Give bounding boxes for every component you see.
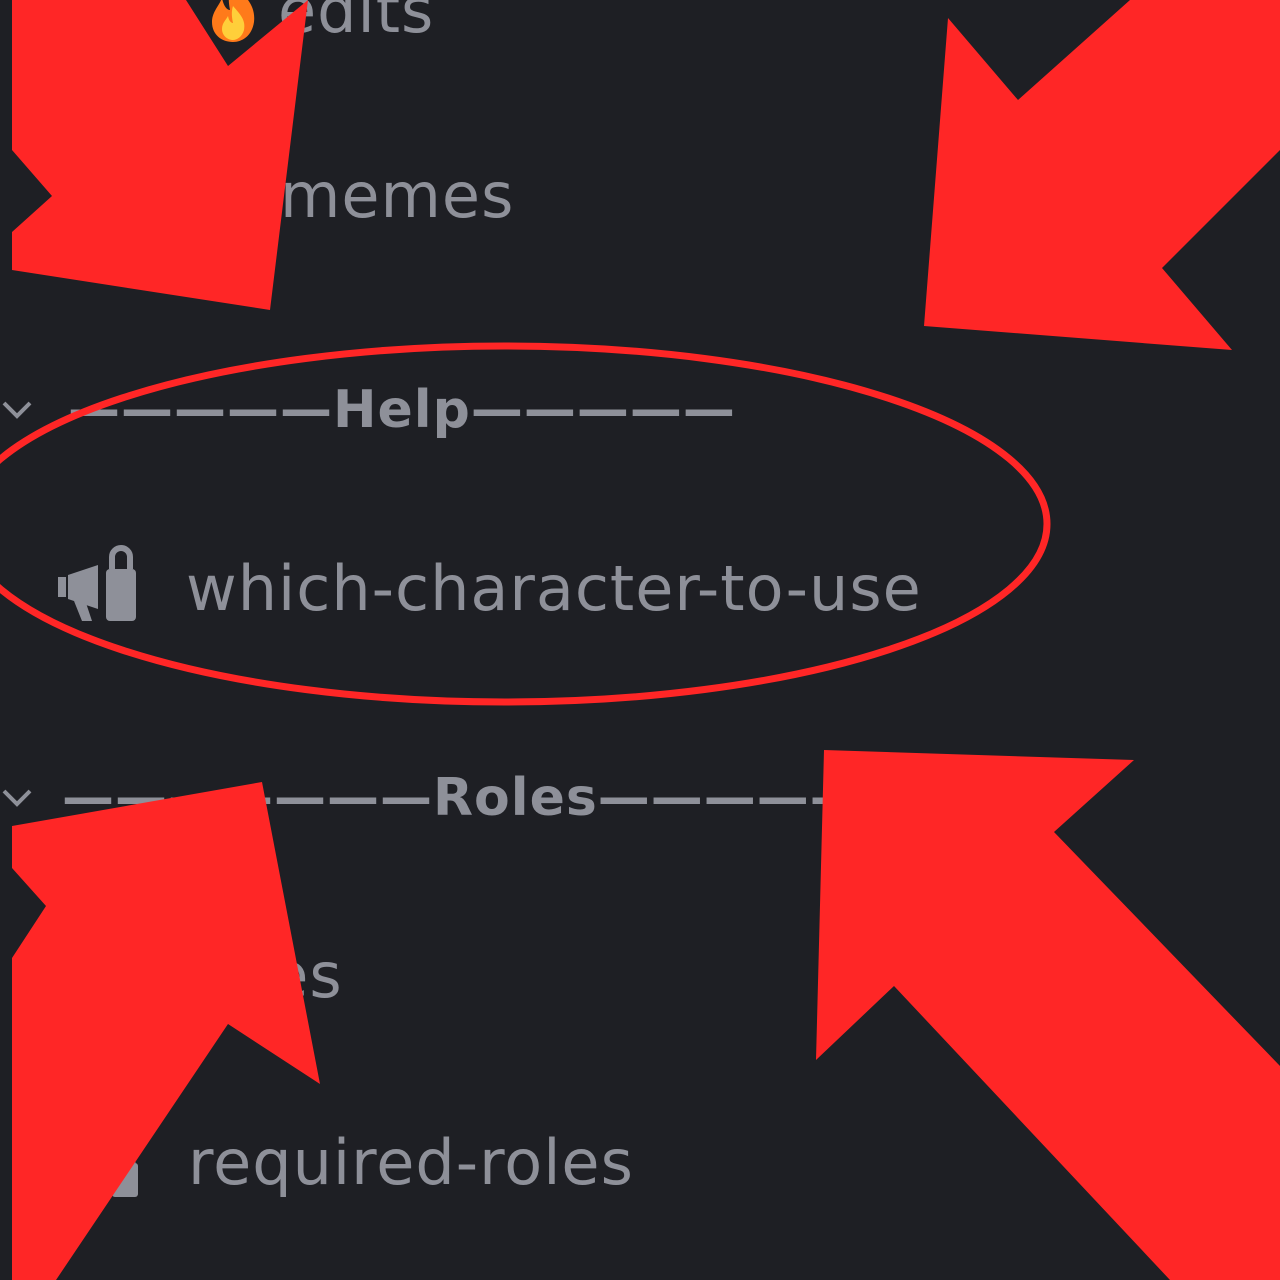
channel-item-roles[interactable]: roles [0, 930, 1280, 1020]
hash-lock-icon [56, 1117, 146, 1207]
channel-label: memes [280, 158, 515, 232]
channel-item-edits[interactable]: edits [0, 0, 1280, 56]
channel-label: edits [278, 0, 435, 47]
megaphone-lock-icon [52, 543, 142, 633]
category-label: ———————Roles————————— [62, 768, 1075, 828]
channel-sidebar: edits memes —————Help————— which-charact… [0, 0, 1280, 1280]
category-help[interactable]: —————Help————— [0, 370, 1280, 450]
channel-item-memes[interactable]: memes [0, 150, 1280, 240]
fire-emoji-icon [198, 0, 268, 46]
chevron-down-icon [0, 393, 40, 427]
chevron-down-icon [0, 781, 40, 815]
channel-item-which-character-to-use[interactable]: which-character-to-use [0, 538, 1280, 638]
category-label: —————Help————— [68, 380, 736, 440]
channel-item-required-roles[interactable]: required-roles [0, 1112, 1280, 1212]
channel-label: roles [188, 938, 343, 1012]
channel-label: which-character-to-use [186, 551, 922, 625]
category-roles[interactable]: ———————Roles————————— [0, 758, 1280, 838]
channel-label: required-roles [188, 1125, 634, 1199]
hash-icon [56, 935, 136, 1015]
hash-icon [188, 155, 268, 235]
